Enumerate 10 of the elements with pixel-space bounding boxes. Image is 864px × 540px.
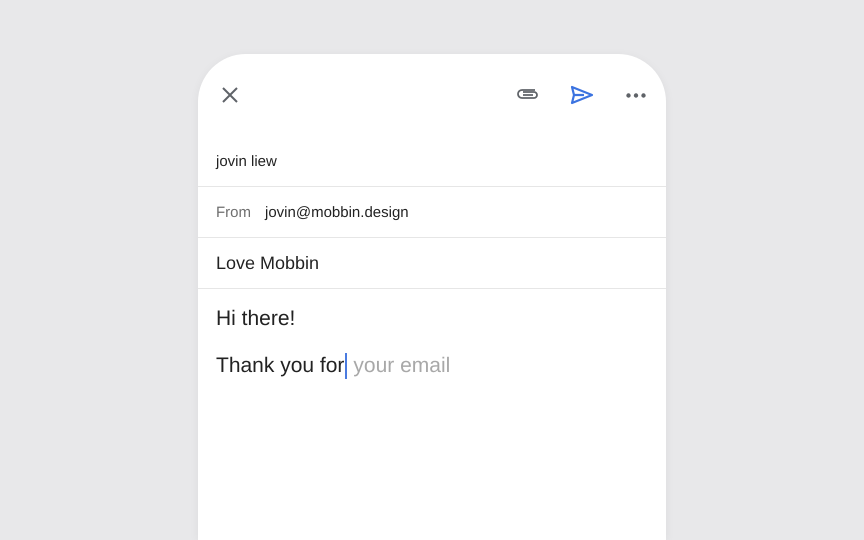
close-icon <box>221 86 239 104</box>
more-icon <box>626 92 646 98</box>
sender-field[interactable]: jovin@mobbin.design <box>265 204 409 220</box>
greeting-text: Hi there! <box>216 307 296 331</box>
from-label: From <box>216 204 251 220</box>
subject-field[interactable]: Love Mobbin <box>216 252 320 274</box>
send-icon <box>570 85 594 105</box>
body-text: Thank you for <box>216 354 344 378</box>
recipient-field[interactable]: jovin liew <box>216 152 277 170</box>
paperclip-icon <box>516 88 540 102</box>
